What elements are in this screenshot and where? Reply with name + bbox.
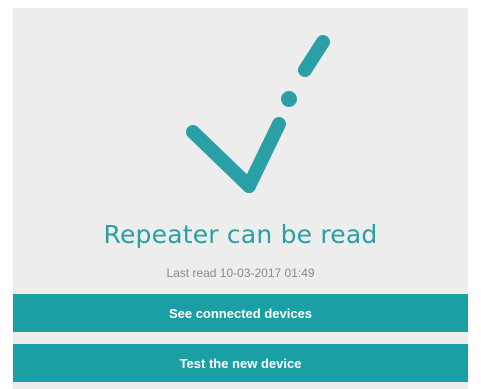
checkmark-icon [186,35,330,193]
last-read-timestamp: Last read 10-03-2017 01:49 [166,266,315,280]
test-new-device-button[interactable]: Test the new device [13,344,468,382]
see-connected-devices-button[interactable]: See connected devices [13,294,468,332]
status-title: Repeater can be read [103,220,378,249]
status-panel: Repeater can be read Last read 10-03-201… [13,8,468,389]
